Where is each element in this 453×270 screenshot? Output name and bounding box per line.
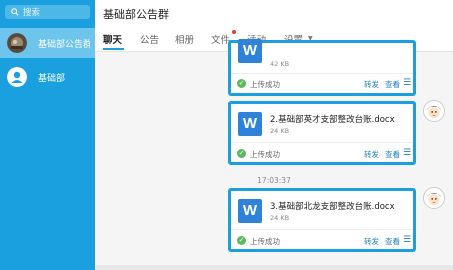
- upload-status: 上传成功: [250, 237, 280, 246]
- check-circle-icon: ✓: [237, 79, 246, 88]
- view-button[interactable]: 查看: [385, 79, 400, 90]
- conversation-name: 基础部公告群: [38, 40, 90, 50]
- file-size: 24 KB: [270, 214, 290, 222]
- sender-avatar: [423, 187, 445, 209]
- conversation-name: 基础部: [38, 74, 66, 84]
- active-tab-indicator: [103, 48, 124, 50]
- upload-status: 上传成功: [250, 150, 280, 159]
- word-file-icon: W: [238, 199, 262, 223]
- divider: [231, 229, 413, 230]
- sender-avatar: [423, 100, 445, 122]
- upload-status: 上传成功: [250, 80, 280, 89]
- forward-button[interactable]: 转发: [364, 149, 379, 160]
- forward-button[interactable]: 转发: [364, 236, 379, 247]
- tab-announcements[interactable]: 公告: [140, 32, 159, 46]
- menu-icon[interactable]: ☰: [403, 149, 411, 158]
- file-name: 2.基础部英才支部整改台账.docx: [270, 115, 395, 125]
- group-avatar: [7, 33, 27, 53]
- menu-icon[interactable]: ☰: [403, 236, 411, 245]
- view-button[interactable]: 查看: [385, 149, 400, 160]
- user-avatar-icon: [7, 67, 27, 87]
- divider: [231, 142, 413, 143]
- sidebar: 搜索 基础部公告群 基础部: [0, 0, 95, 270]
- conversation-item-contact[interactable]: 基础部: [0, 62, 95, 92]
- file-size: 42 KB: [270, 60, 290, 68]
- file-message[interactable]: W 42 KB ✓ 上传成功 转发 查看 ☰: [228, 39, 416, 96]
- message-timestamp: 17:03:37: [257, 176, 291, 185]
- notification-dot: [232, 30, 236, 34]
- check-circle-icon: ✓: [237, 149, 246, 158]
- chat-panel: 基础部公告群 聊天 公告 相册 文件 活动 设置 ▼ W 42 KB ✓ 上传成…: [95, 0, 453, 270]
- chat-title: 基础部公告群: [103, 8, 169, 21]
- file-message[interactable]: W 2.基础部英才支部整改台账.docx 24 KB ✓ 上传成功 转发 查看 …: [228, 101, 416, 165]
- search-input[interactable]: 搜索: [5, 5, 90, 19]
- file-message[interactable]: W 3.基础部北龙支部整改台账.docx 24 KB ✓ 上传成功 转发 查看 …: [228, 188, 416, 252]
- search-placeholder: 搜索: [23, 8, 41, 18]
- check-circle-icon: ✓: [237, 236, 246, 245]
- input-toolbar[interactable]: [95, 265, 453, 270]
- word-file-icon: W: [238, 39, 262, 63]
- search-icon: [11, 8, 19, 16]
- message-list[interactable]: W 42 KB ✓ 上传成功 转发 查看 ☰ W 2.基础部英才支部整改台账.d…: [95, 39, 453, 270]
- tab-chat[interactable]: 聊天: [103, 32, 122, 46]
- file-name: 3.基础部北龙支部整改台账.docx: [270, 202, 395, 212]
- divider: [231, 73, 413, 74]
- menu-icon[interactable]: ☰: [403, 79, 411, 88]
- forward-button[interactable]: 转发: [364, 79, 379, 90]
- file-size: 24 KB: [270, 127, 290, 135]
- word-file-icon: W: [238, 112, 262, 136]
- tab-album[interactable]: 相册: [175, 32, 194, 46]
- view-button[interactable]: 查看: [385, 236, 400, 247]
- conversation-item-group[interactable]: 基础部公告群: [0, 28, 95, 58]
